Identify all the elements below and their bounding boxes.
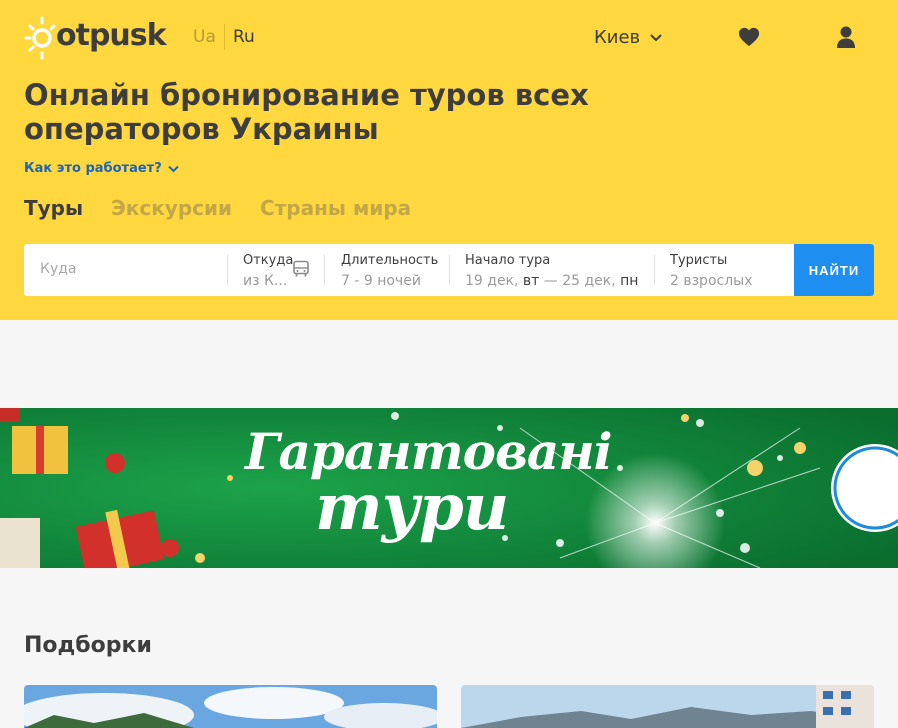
lang-divider <box>224 24 225 50</box>
collection-image <box>461 685 874 728</box>
collection-card[interactable] <box>461 685 874 728</box>
duration-value: 7 - 9 ночей <box>341 273 421 289</box>
collections-title: Подборки <box>24 633 152 658</box>
tab-countries[interactable]: Страны мира <box>260 196 411 220</box>
hero-section: otpusk Ua Ru Киев Онлайн бронирование ту… <box>0 0 898 320</box>
tab-tours[interactable]: Туры <box>24 196 83 220</box>
departure-value: из К... <box>243 273 288 289</box>
start-date-field[interactable]: Начало тура 19 дек, вт — 25 дек, пн <box>449 244 654 296</box>
collection-image <box>24 685 437 728</box>
duration-field[interactable]: Длительность 7 - 9 ночей <box>324 244 449 296</box>
departure-label: Откуда <box>243 253 294 268</box>
city-selector[interactable]: Киев <box>594 27 662 48</box>
bus-icon <box>293 260 309 277</box>
tabs: Туры Экскурсии Страны мира <box>24 196 411 220</box>
chevron-down-icon <box>168 165 179 172</box>
lang-ua-link[interactable]: Ua <box>193 27 216 47</box>
tourists-field[interactable]: Туристы 2 взрослых <box>654 244 794 296</box>
logo[interactable]: otpusk <box>24 14 167 62</box>
tourists-label: Туристы <box>670 253 728 268</box>
destination-placeholder: Куда <box>40 261 77 277</box>
heart-icon[interactable] <box>738 26 760 48</box>
promo-banner[interactable]: Гарантовані тури <box>0 408 898 568</box>
destination-field[interactable]: Куда <box>24 244 227 296</box>
start-date-value: 19 дек, вт — 25 дек, пн <box>465 273 639 289</box>
tourists-value: 2 взрослых <box>670 273 753 289</box>
search-form: Куда Откуда из К... Длительность 7 - 9 н… <box>24 244 874 296</box>
sun-logo-icon <box>24 16 56 60</box>
how-it-works-link[interactable]: Как это работает? <box>24 161 179 176</box>
tab-excursions[interactable]: Экскурсии <box>111 196 232 220</box>
city-label: Киев <box>594 27 641 48</box>
page-title: Онлайн бронирование туров всех операторо… <box>24 78 589 146</box>
lang-ru-link[interactable]: Ru <box>233 27 255 47</box>
logo-text: otpusk <box>56 18 167 53</box>
how-it-works-label: Как это работает? <box>24 161 162 176</box>
user-icon[interactable] <box>836 25 856 49</box>
collection-card[interactable] <box>24 685 437 728</box>
chevron-down-icon <box>650 33 662 41</box>
start-date-label: Начало тура <box>465 253 551 268</box>
banner-headline-2: тури <box>315 470 509 545</box>
find-button[interactable]: НАЙТИ <box>794 244 874 296</box>
duration-label: Длительность <box>341 253 439 268</box>
